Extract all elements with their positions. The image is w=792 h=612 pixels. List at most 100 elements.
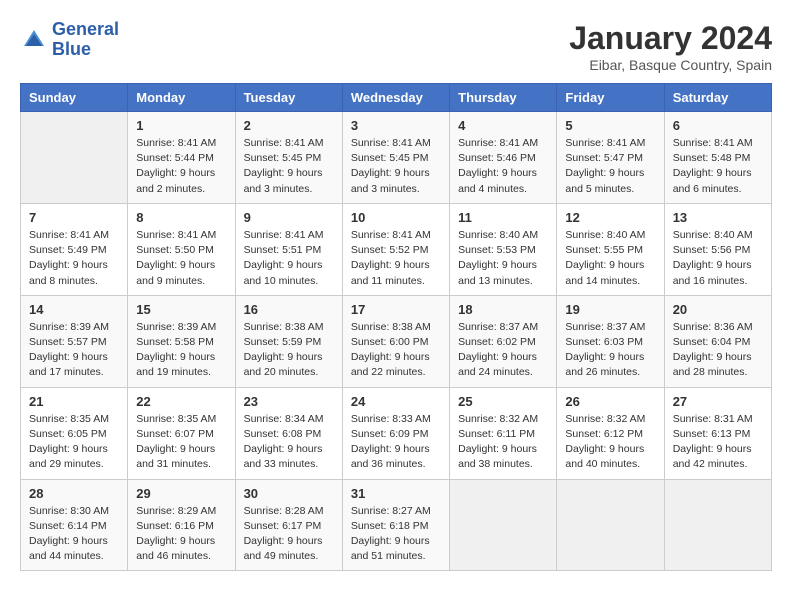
calendar-table: Sunday Monday Tuesday Wednesday Thursday… [20, 83, 772, 571]
day-cell: 15 Sunrise: 8:39 AMSunset: 5:58 PMDaylig… [128, 295, 235, 387]
day-info: Sunrise: 8:41 AMSunset: 5:47 PMDaylight:… [565, 136, 655, 197]
day-number: 12 [565, 210, 655, 225]
day-number: 14 [29, 302, 119, 317]
day-number: 30 [244, 486, 334, 501]
header-friday: Friday [557, 84, 664, 112]
calendar-body: 1 Sunrise: 8:41 AMSunset: 5:44 PMDayligh… [21, 112, 772, 571]
day-info: Sunrise: 8:37 AMSunset: 6:02 PMDaylight:… [458, 320, 548, 381]
day-number: 1 [136, 118, 226, 133]
day-info: Sunrise: 8:40 AMSunset: 5:53 PMDaylight:… [458, 228, 548, 289]
day-cell: 21 Sunrise: 8:35 AMSunset: 6:05 PMDaylig… [21, 387, 128, 479]
week-row-2: 14 Sunrise: 8:39 AMSunset: 5:57 PMDaylig… [21, 295, 772, 387]
logo-line1: General [52, 20, 119, 40]
day-info: Sunrise: 8:38 AMSunset: 6:00 PMDaylight:… [351, 320, 441, 381]
header-monday: Monday [128, 84, 235, 112]
day-cell: 11 Sunrise: 8:40 AMSunset: 5:53 PMDaylig… [450, 203, 557, 295]
title-area: January 2024 Eibar, Basque Country, Spai… [569, 20, 772, 73]
day-info: Sunrise: 8:40 AMSunset: 5:55 PMDaylight:… [565, 228, 655, 289]
day-cell: 12 Sunrise: 8:40 AMSunset: 5:55 PMDaylig… [557, 203, 664, 295]
day-number: 9 [244, 210, 334, 225]
day-cell: 7 Sunrise: 8:41 AMSunset: 5:49 PMDayligh… [21, 203, 128, 295]
day-info: Sunrise: 8:35 AMSunset: 6:07 PMDaylight:… [136, 412, 226, 473]
day-number: 7 [29, 210, 119, 225]
day-number: 3 [351, 118, 441, 133]
day-number: 23 [244, 394, 334, 409]
day-number: 2 [244, 118, 334, 133]
day-number: 31 [351, 486, 441, 501]
logo-line2: Blue [52, 40, 119, 60]
header-wednesday: Wednesday [342, 84, 449, 112]
day-cell: 3 Sunrise: 8:41 AMSunset: 5:45 PMDayligh… [342, 112, 449, 204]
month-title: January 2024 [569, 20, 772, 57]
day-number: 10 [351, 210, 441, 225]
day-info: Sunrise: 8:41 AMSunset: 5:45 PMDaylight:… [244, 136, 334, 197]
day-info: Sunrise: 8:39 AMSunset: 5:57 PMDaylight:… [29, 320, 119, 381]
day-cell: 1 Sunrise: 8:41 AMSunset: 5:44 PMDayligh… [128, 112, 235, 204]
logo-text: General Blue [52, 20, 119, 60]
day-info: Sunrise: 8:39 AMSunset: 5:58 PMDaylight:… [136, 320, 226, 381]
location: Eibar, Basque Country, Spain [569, 57, 772, 73]
day-number: 11 [458, 210, 548, 225]
day-cell: 30 Sunrise: 8:28 AMSunset: 6:17 PMDaylig… [235, 479, 342, 571]
day-cell: 9 Sunrise: 8:41 AMSunset: 5:51 PMDayligh… [235, 203, 342, 295]
day-cell [557, 479, 664, 571]
day-cell: 18 Sunrise: 8:37 AMSunset: 6:02 PMDaylig… [450, 295, 557, 387]
day-info: Sunrise: 8:41 AMSunset: 5:46 PMDaylight:… [458, 136, 548, 197]
calendar-header: Sunday Monday Tuesday Wednesday Thursday… [21, 84, 772, 112]
day-number: 29 [136, 486, 226, 501]
day-cell: 17 Sunrise: 8:38 AMSunset: 6:00 PMDaylig… [342, 295, 449, 387]
day-number: 20 [673, 302, 763, 317]
day-number: 24 [351, 394, 441, 409]
week-row-1: 7 Sunrise: 8:41 AMSunset: 5:49 PMDayligh… [21, 203, 772, 295]
logo: General Blue [20, 20, 119, 60]
day-info: Sunrise: 8:37 AMSunset: 6:03 PMDaylight:… [565, 320, 655, 381]
header-thursday: Thursday [450, 84, 557, 112]
day-number: 25 [458, 394, 548, 409]
day-number: 21 [29, 394, 119, 409]
day-number: 22 [136, 394, 226, 409]
day-number: 13 [673, 210, 763, 225]
day-info: Sunrise: 8:41 AMSunset: 5:50 PMDaylight:… [136, 228, 226, 289]
day-info: Sunrise: 8:40 AMSunset: 5:56 PMDaylight:… [673, 228, 763, 289]
day-cell: 26 Sunrise: 8:32 AMSunset: 6:12 PMDaylig… [557, 387, 664, 479]
day-info: Sunrise: 8:41 AMSunset: 5:52 PMDaylight:… [351, 228, 441, 289]
day-info: Sunrise: 8:33 AMSunset: 6:09 PMDaylight:… [351, 412, 441, 473]
day-cell: 13 Sunrise: 8:40 AMSunset: 5:56 PMDaylig… [664, 203, 771, 295]
day-cell: 5 Sunrise: 8:41 AMSunset: 5:47 PMDayligh… [557, 112, 664, 204]
day-number: 15 [136, 302, 226, 317]
header-sunday: Sunday [21, 84, 128, 112]
day-cell: 22 Sunrise: 8:35 AMSunset: 6:07 PMDaylig… [128, 387, 235, 479]
day-info: Sunrise: 8:32 AMSunset: 6:11 PMDaylight:… [458, 412, 548, 473]
day-info: Sunrise: 8:28 AMSunset: 6:17 PMDaylight:… [244, 504, 334, 565]
day-cell: 19 Sunrise: 8:37 AMSunset: 6:03 PMDaylig… [557, 295, 664, 387]
day-cell [450, 479, 557, 571]
day-cell: 28 Sunrise: 8:30 AMSunset: 6:14 PMDaylig… [21, 479, 128, 571]
day-cell: 29 Sunrise: 8:29 AMSunset: 6:16 PMDaylig… [128, 479, 235, 571]
week-row-0: 1 Sunrise: 8:41 AMSunset: 5:44 PMDayligh… [21, 112, 772, 204]
day-cell: 16 Sunrise: 8:38 AMSunset: 5:59 PMDaylig… [235, 295, 342, 387]
day-cell: 23 Sunrise: 8:34 AMSunset: 6:08 PMDaylig… [235, 387, 342, 479]
day-info: Sunrise: 8:31 AMSunset: 6:13 PMDaylight:… [673, 412, 763, 473]
day-info: Sunrise: 8:30 AMSunset: 6:14 PMDaylight:… [29, 504, 119, 565]
day-number: 26 [565, 394, 655, 409]
day-cell: 2 Sunrise: 8:41 AMSunset: 5:45 PMDayligh… [235, 112, 342, 204]
week-row-4: 28 Sunrise: 8:30 AMSunset: 6:14 PMDaylig… [21, 479, 772, 571]
day-info: Sunrise: 8:27 AMSunset: 6:18 PMDaylight:… [351, 504, 441, 565]
day-number: 5 [565, 118, 655, 133]
day-cell: 20 Sunrise: 8:36 AMSunset: 6:04 PMDaylig… [664, 295, 771, 387]
day-cell: 10 Sunrise: 8:41 AMSunset: 5:52 PMDaylig… [342, 203, 449, 295]
day-number: 19 [565, 302, 655, 317]
header-saturday: Saturday [664, 84, 771, 112]
page-header: General Blue January 2024 Eibar, Basque … [20, 20, 772, 73]
day-cell: 24 Sunrise: 8:33 AMSunset: 6:09 PMDaylig… [342, 387, 449, 479]
day-info: Sunrise: 8:38 AMSunset: 5:59 PMDaylight:… [244, 320, 334, 381]
day-cell: 6 Sunrise: 8:41 AMSunset: 5:48 PMDayligh… [664, 112, 771, 204]
day-number: 27 [673, 394, 763, 409]
header-tuesday: Tuesday [235, 84, 342, 112]
day-info: Sunrise: 8:41 AMSunset: 5:48 PMDaylight:… [673, 136, 763, 197]
day-number: 16 [244, 302, 334, 317]
day-info: Sunrise: 8:41 AMSunset: 5:45 PMDaylight:… [351, 136, 441, 197]
day-cell: 25 Sunrise: 8:32 AMSunset: 6:11 PMDaylig… [450, 387, 557, 479]
day-info: Sunrise: 8:41 AMSunset: 5:51 PMDaylight:… [244, 228, 334, 289]
day-info: Sunrise: 8:32 AMSunset: 6:12 PMDaylight:… [565, 412, 655, 473]
